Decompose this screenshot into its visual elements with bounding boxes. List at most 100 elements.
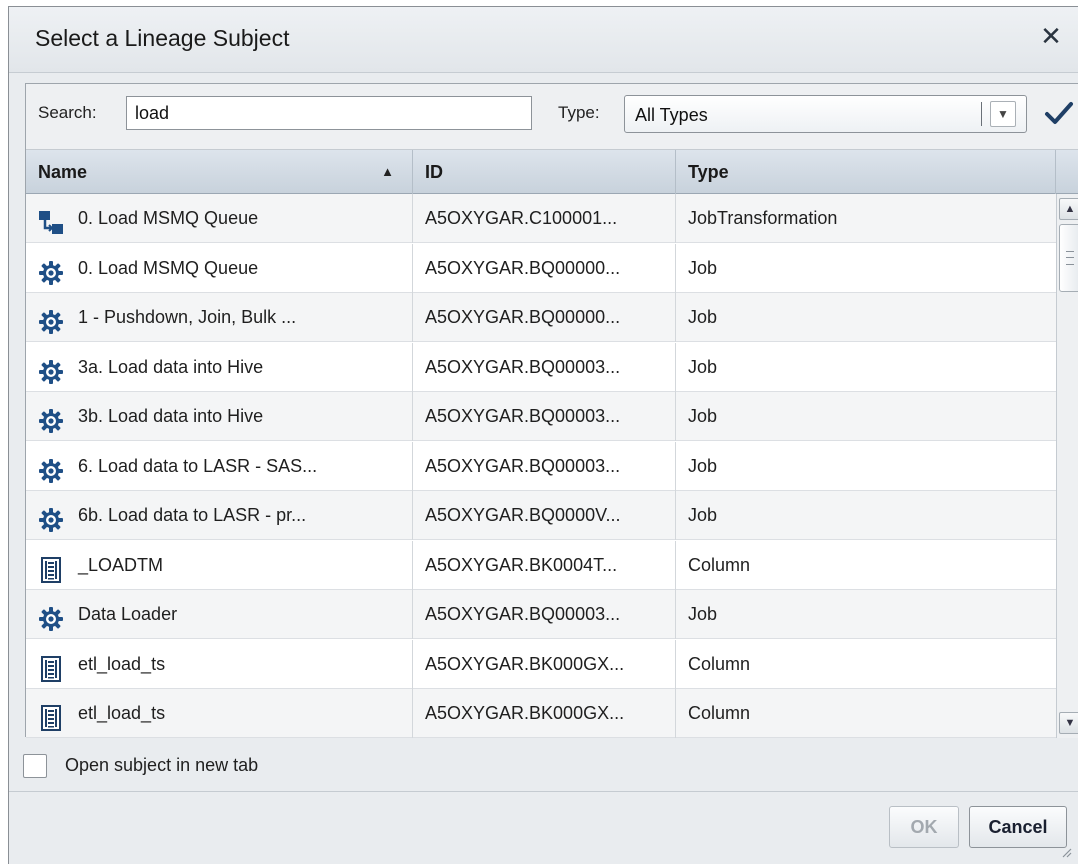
cell-name-text: 3b. Load data into Hive bbox=[78, 406, 264, 426]
cell-name: 0. Load MSMQ Queue bbox=[26, 243, 413, 293]
cell-id: A5OXYGAR.BK0004T... bbox=[413, 540, 676, 590]
sort-ascending-icon: ▲ bbox=[381, 164, 394, 179]
column-header-type[interactable]: Type bbox=[676, 150, 1056, 194]
table-row[interactable]: etl_load_ts A5OXYGAR.BK000GX... Column bbox=[26, 639, 1056, 689]
cell-name-text: _LOADTM bbox=[78, 554, 164, 575]
table-row[interactable]: 6. Load data to LASR - SAS... A5OXYGAR.BQ… bbox=[26, 441, 1056, 491]
cell-id: A5OXYGAR.BQ00003... bbox=[413, 590, 676, 639]
table-row[interactable]: 1 - Pushdown, Join, Bulk ... A5OXYGAR.BQ0… bbox=[26, 293, 1056, 342]
gear-icon bbox=[38, 602, 64, 631]
gear-icon bbox=[38, 355, 64, 384]
cell-type: Job bbox=[688, 406, 718, 426]
vertical-scrollbar[interactable]: ▲ ▼ bbox=[1056, 194, 1078, 738]
cell-name: 1 - Pushdown, Join, Bulk ... bbox=[26, 293, 413, 342]
grip-icon bbox=[1066, 251, 1074, 265]
table-row[interactable]: 6b. Load data to LASR - pr... A5OXYGAR.BQ… bbox=[26, 491, 1056, 540]
column-header-id-label: ID bbox=[425, 162, 443, 182]
cell-name-text: 3a. Load data into Hive bbox=[78, 356, 264, 377]
column-header-id[interactable]: ID bbox=[413, 150, 676, 194]
cell-type: Job bbox=[688, 455, 718, 476]
search-toolbar: Search: Type: All Types ▼ bbox=[26, 84, 1078, 150]
cell-name-text: 6b. Load data to LASR - pr... bbox=[78, 505, 307, 525]
cell-type: Job bbox=[688, 257, 718, 278]
type-dropdown[interactable]: All Types ▼ bbox=[624, 95, 1027, 133]
cell-type: Column bbox=[688, 703, 751, 723]
cell-id: A5OXYGAR.BQ00003... bbox=[413, 392, 676, 441]
type-dropdown-value: All Types bbox=[635, 105, 708, 125]
cell-name: 6b. Load data to LASR - pr... bbox=[26, 491, 413, 540]
cell-name-text: 6. Load data to LASR - SAS... bbox=[78, 455, 318, 476]
column-icon bbox=[38, 701, 64, 731]
cell-name-text: 0. Load MSMQ Queue bbox=[78, 257, 259, 278]
gear-icon bbox=[38, 404, 64, 433]
cell-name-text: etl_load_ts bbox=[78, 653, 166, 674]
table-row[interactable]: _LOADTM A5OXYGAR.BK0004T... Column bbox=[26, 540, 1056, 590]
checkmark-icon[interactable] bbox=[1042, 96, 1076, 130]
scroll-thumb[interactable] bbox=[1059, 224, 1078, 292]
footer-divider bbox=[9, 791, 1078, 792]
lineage-subject-dialog: Select a Lineage Subject ✕ Search: Type:… bbox=[8, 6, 1078, 864]
scroll-down-button[interactable]: ▼ bbox=[1059, 712, 1078, 734]
column-header-name[interactable]: Name ▲ bbox=[26, 150, 413, 194]
resize-grip-icon[interactable] bbox=[1060, 846, 1072, 858]
cell-type: Job bbox=[688, 604, 718, 624]
cell-id: A5OXYGAR.BQ0000V... bbox=[413, 491, 676, 540]
close-icon[interactable]: ✕ bbox=[1038, 23, 1064, 49]
cell-type: Job bbox=[688, 505, 718, 525]
cell-name-text: 1 - Pushdown, Join, Bulk ... bbox=[78, 307, 297, 327]
dialog-titlebar[interactable]: Select a Lineage Subject ✕ bbox=[9, 7, 1078, 73]
cell-name: 3b. Load data into Hive bbox=[26, 392, 413, 441]
cell-name: _LOADTM bbox=[26, 540, 413, 590]
type-label: Type: bbox=[558, 103, 600, 122]
cell-type: Job bbox=[688, 356, 718, 377]
results-table: 0. Load MSMQ Queue A5OXYGAR.C100001... Job… bbox=[26, 194, 1056, 738]
column-icon bbox=[38, 553, 64, 583]
ok-button[interactable]: OK bbox=[889, 806, 959, 848]
search-label: Search: bbox=[38, 103, 97, 122]
cell-name-text: Data Loader bbox=[78, 604, 178, 624]
cell-name: Data Loader bbox=[26, 590, 413, 639]
open-in-new-tab-label[interactable]: Open subject in new tab bbox=[65, 755, 258, 776]
subject-panel: Search: Type: All Types ▼ Name ▲ ID Type bbox=[25, 83, 1078, 738]
column-header-type-label: Type bbox=[688, 162, 729, 182]
cell-id: A5OXYGAR.BQ00003... bbox=[413, 342, 676, 392]
table-header: Name ▲ ID Type bbox=[26, 150, 1078, 194]
table-row[interactable]: etl_load_ts A5OXYGAR.BK000GX... Column bbox=[26, 689, 1056, 738]
cell-name: etl_load_ts bbox=[26, 639, 413, 689]
cell-type: Column bbox=[688, 653, 751, 674]
column-icon bbox=[38, 652, 64, 682]
cancel-button[interactable]: Cancel bbox=[969, 806, 1067, 848]
dialog-title: Select a Lineage Subject bbox=[35, 25, 290, 51]
cell-name: 0. Load MSMQ Queue bbox=[26, 194, 413, 243]
cell-name: etl_load_ts bbox=[26, 689, 413, 738]
cell-id: A5OXYGAR.C100001... bbox=[413, 194, 676, 243]
cell-id: A5OXYGAR.BQ00003... bbox=[413, 441, 676, 491]
column-header-name-label: Name bbox=[38, 162, 88, 182]
cell-name: 6. Load data to LASR - SAS... bbox=[26, 441, 413, 491]
gear-icon bbox=[38, 454, 64, 483]
table-row[interactable]: Data Loader A5OXYGAR.BQ00003... Job bbox=[26, 590, 1056, 639]
gear-icon bbox=[38, 256, 64, 285]
gear-icon bbox=[38, 503, 64, 532]
cell-id: A5OXYGAR.BK000GX... bbox=[413, 639, 676, 689]
cell-type: Column bbox=[688, 554, 751, 575]
cell-name-text: etl_load_ts bbox=[78, 703, 166, 723]
search-input[interactable] bbox=[126, 96, 532, 130]
table-row[interactable]: 3a. Load data into Hive A5OXYGAR.BQ00003.… bbox=[26, 342, 1056, 392]
transformation-icon bbox=[38, 206, 64, 234]
chevron-down-icon[interactable]: ▼ bbox=[990, 101, 1016, 127]
cell-id: A5OXYGAR.BQ00000... bbox=[413, 243, 676, 293]
table-row[interactable]: 3b. Load data into Hive A5OXYGAR.BQ00003.… bbox=[26, 392, 1056, 441]
scroll-up-button[interactable]: ▲ bbox=[1059, 198, 1078, 220]
gear-icon bbox=[38, 305, 64, 334]
table-row[interactable]: 0. Load MSMQ Queue A5OXYGAR.BQ00000... Job bbox=[26, 243, 1056, 293]
cell-name: 3a. Load data into Hive bbox=[26, 342, 413, 392]
cell-id: A5OXYGAR.BQ00000... bbox=[413, 293, 676, 342]
cell-id: A5OXYGAR.BK000GX... bbox=[413, 689, 676, 738]
open-in-new-tab-checkbox[interactable] bbox=[23, 754, 47, 778]
dropdown-separator bbox=[981, 102, 982, 126]
cell-name-text: 0. Load MSMQ Queue bbox=[78, 208, 259, 228]
cell-type: Job bbox=[688, 307, 718, 327]
cell-type: JobTransformation bbox=[688, 208, 838, 228]
table-row[interactable]: 0. Load MSMQ Queue A5OXYGAR.C100001... Job… bbox=[26, 194, 1056, 243]
